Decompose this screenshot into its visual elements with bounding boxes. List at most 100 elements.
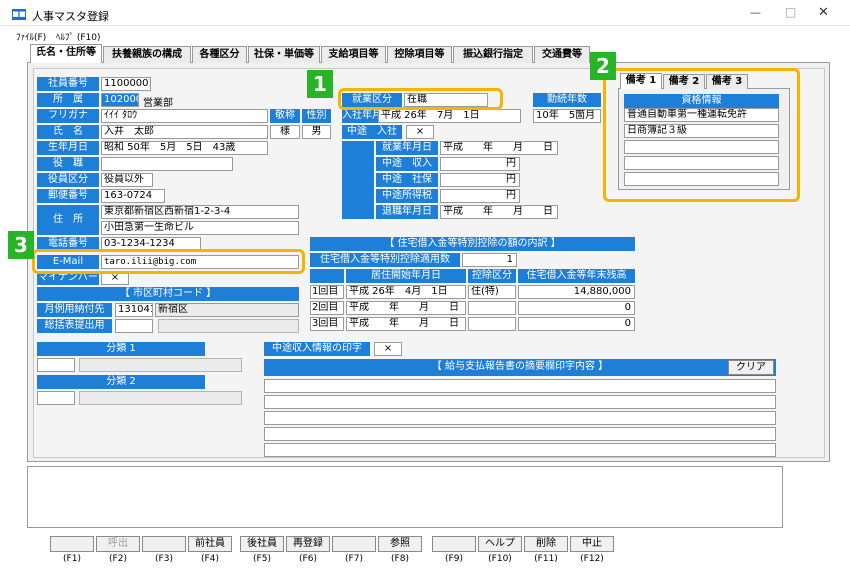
tab-name-address[interactable]: 氏名・住所等 <box>30 44 102 63</box>
mid-print-field[interactable]: × <box>374 342 402 356</box>
class2-header: 分類 2 <box>37 375 205 389</box>
mid-print-label: 中途収入情報の印字 <box>264 342 370 356</box>
f6-key-label: (F6) <box>299 554 317 564</box>
f9-button[interactable] <box>432 536 476 552</box>
work-start-label: 就業年月日 <box>376 141 438 155</box>
remarks-line2[interactable] <box>264 395 776 409</box>
zip-label: 郵便番号 <box>37 189 99 203</box>
position-label: 役 職 <box>37 157 99 171</box>
f7-button[interactable] <box>332 536 376 552</box>
mid-income-label: 中途 収入 <box>376 157 438 171</box>
loan-row2-type[interactable] <box>468 301 516 315</box>
mid-tax-label: 中途所得税 <box>376 189 438 203</box>
menu-file[interactable]: ﾌｧｲﾙ(F) <box>16 30 46 43</box>
summary-code-field[interactable] <box>115 319 153 333</box>
annotation-badge-3: 3 <box>8 231 34 259</box>
affiliation-code-field[interactable]: 102000 <box>101 93 139 107</box>
f4-button[interactable]: 前社員 <box>188 536 232 552</box>
tab-deductions[interactable]: 控除項目等 <box>387 46 452 63</box>
mid-social-label: 中途 社保 <box>376 173 438 187</box>
loan-row1-no: 1回目 <box>310 285 344 299</box>
f3-button[interactable] <box>142 536 186 552</box>
annotation-badge-2: 2 <box>590 52 616 80</box>
name-label: 氏 名 <box>37 125 99 139</box>
tenure-label: 勤続年数 <box>533 93 601 107</box>
address-line2-field[interactable]: 小田急第一生命ビル <box>101 221 299 235</box>
furigana-field[interactable]: ｲｲｲ ﾀﾛｳ <box>101 109 268 123</box>
close-button[interactable]: ✕ <box>818 5 829 20</box>
clear-button[interactable]: クリア <box>728 360 774 375</box>
remarks-line5[interactable] <box>264 443 776 457</box>
f11-key-label: (F11) <box>534 554 558 564</box>
class1-name-field <box>79 358 242 372</box>
mid-social-field[interactable]: 円 <box>440 173 520 187</box>
f5-key-label: (F5) <box>253 554 271 564</box>
remarks-line4[interactable] <box>264 427 776 441</box>
midjoin-field[interactable]: × <box>406 125 434 139</box>
retire-field[interactable]: 平成 年 月 日 <box>440 205 558 219</box>
class1-code-field[interactable] <box>37 358 75 372</box>
payer-name-field[interactable]: 新宿区 <box>155 303 299 317</box>
mid-tax-field[interactable]: 円 <box>440 189 520 203</box>
remarks-line3[interactable] <box>264 411 776 425</box>
affiliation-label: 所 属 <box>37 93 99 107</box>
f10-key-label: (F10) <box>488 554 512 564</box>
highlight-ring-3 <box>32 249 305 274</box>
f10-button[interactable]: ヘルプ <box>478 536 522 552</box>
payer-label: 月例用納付先 <box>37 303 112 317</box>
tab-bank-transfer[interactable]: 振込銀行指定 <box>453 46 533 63</box>
loan-row3-date[interactable]: 平成 年 月 日 <box>346 317 466 331</box>
tab-dependents[interactable]: 扶養親族の構成 <box>103 46 191 63</box>
loan-row1-balance[interactable]: 14,880,000 <box>518 285 635 299</box>
loan-row1-type[interactable]: 住(特) <box>468 285 516 299</box>
tenure-field[interactable]: 10年 5箇月 <box>533 109 601 123</box>
class2-name-field <box>79 391 242 405</box>
minimize-button[interactable]: — <box>750 6 761 19</box>
f5-button[interactable]: 後社員 <box>240 536 284 552</box>
class2-code-field[interactable] <box>37 391 75 405</box>
f8-button[interactable]: 参照 <box>378 536 422 552</box>
f12-button[interactable]: 中止 <box>570 536 614 552</box>
employee-no-label: 社員番号 <box>37 77 99 91</box>
loan-row1-date[interactable]: 平成 26年 4月 1日 <box>346 285 466 299</box>
furigana-label: フリガナ <box>37 109 99 123</box>
name-field[interactable]: 入井 太郎 <box>101 125 268 139</box>
payer-code-field[interactable]: 131041 <box>115 303 153 317</box>
window-title: 人事マスタ登録 <box>32 10 109 23</box>
join-date-field[interactable]: 平成 26年 7月 1日 <box>378 109 521 123</box>
tab-categories[interactable]: 各種区分 <box>192 46 247 63</box>
summary-name-field <box>158 319 299 333</box>
loan-row3-balance[interactable]: 0 <box>518 317 635 331</box>
menu-help[interactable]: ﾍﾙﾌﾟ (F10) <box>56 30 101 43</box>
f11-button[interactable]: 削除 <box>524 536 568 552</box>
tab-commute[interactable]: 交通費等 <box>534 46 590 63</box>
f6-button[interactable]: 再登録 <box>286 536 330 552</box>
affiliation-name: 営業部 <box>143 98 173 109</box>
remarks-header: 【 給与支払報告書の摘要欄印字内容 】 <box>264 359 776 376</box>
address-line1-field[interactable]: 東京都新宿区西新宿1-2-3-4 <box>101 205 299 219</box>
f1-button[interactable] <box>50 536 94 552</box>
loan-row2-date[interactable]: 平成 年 月 日 <box>346 301 466 315</box>
f1-key-label: (F1) <box>63 554 81 564</box>
position-field[interactable] <box>101 157 233 171</box>
officer-field[interactable]: 役員以外 <box>101 173 153 187</box>
mid-income-field[interactable]: 円 <box>440 157 520 171</box>
join-date-label: 入社年月日 <box>342 109 378 123</box>
maximize-button[interactable]: □ <box>785 5 796 19</box>
birth-field[interactable]: 昭和 50年 5月 5日 43歳 <box>101 141 268 155</box>
loan-count-field[interactable]: 1 <box>462 253 517 267</box>
gender-field[interactable]: 男 <box>302 125 331 139</box>
tab-payments[interactable]: 支給項目等 <box>321 46 386 63</box>
midjoin-label: 中途 入社 <box>342 125 402 139</box>
work-start-field[interactable]: 平成 年 月 日 <box>440 141 558 155</box>
zip-field[interactable]: 163-0724 <box>101 189 165 203</box>
tab-social-insurance[interactable]: 社保・単価等 <box>248 46 320 63</box>
employee-no-field[interactable]: 11000001 <box>101 77 151 91</box>
remarks-line1[interactable] <box>264 379 776 393</box>
loan-row2-balance[interactable]: 0 <box>518 301 635 315</box>
loan-row3-type[interactable] <box>468 317 516 331</box>
honorific-field[interactable]: 様 <box>270 125 300 139</box>
highlight-ring-2 <box>603 68 800 202</box>
birth-label: 生年月日 <box>37 141 99 155</box>
f2-button[interactable]: 呼出 <box>96 536 140 552</box>
